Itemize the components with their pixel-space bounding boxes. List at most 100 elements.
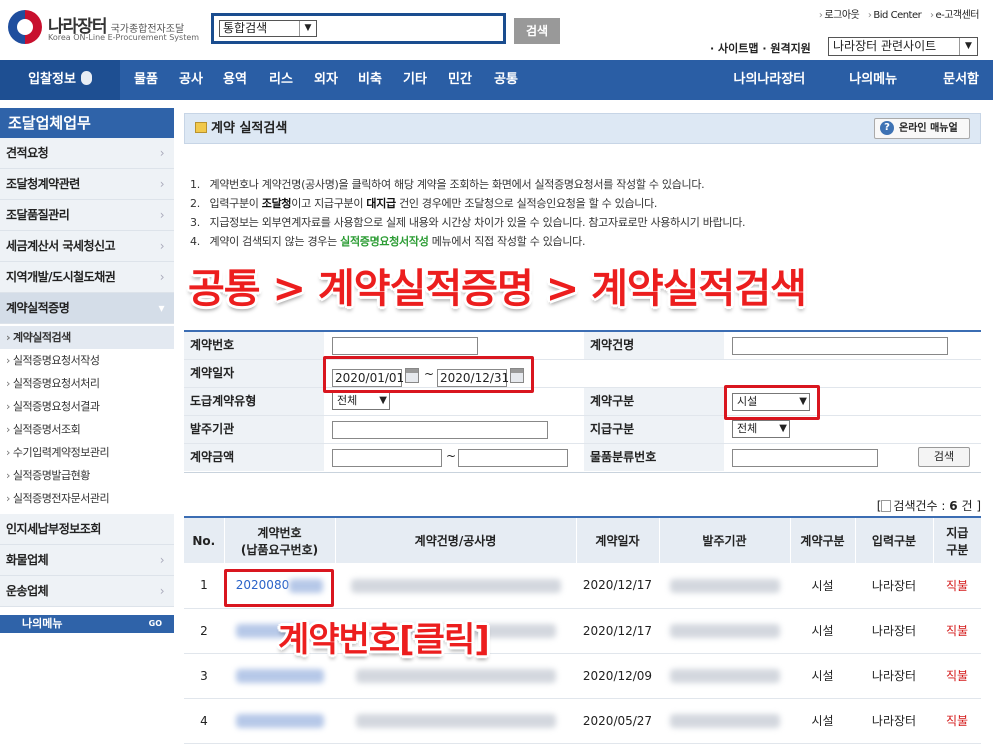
sidebar-item-performance-cert[interactable]: 계약실적증명 ▾ — [0, 293, 174, 324]
amount-range-tilde: ~ — [446, 449, 457, 463]
col-input-type: 입력구분 — [854, 516, 933, 563]
nav-document-box[interactable]: 문서함 — [943, 60, 979, 100]
nav-private[interactable]: 민간 — [448, 60, 494, 100]
redacted-text — [669, 578, 780, 593]
note-item: 1. 계약번호나 계약건명(공사명)을 클릭하여 해당 계약을 조회하는 화면에… — [190, 178, 705, 191]
logout-link[interactable]: 로그아웃 — [819, 10, 860, 21]
nav-service[interactable]: 용역 — [223, 60, 269, 100]
sub-item-request-process[interactable]: 실적증명요청서처리 — [0, 372, 174, 395]
sidebar-item-quote-request[interactable]: 견적요청 › — [0, 138, 174, 169]
contract-name-link[interactable] — [335, 698, 576, 744]
go-link[interactable]: GO — [149, 615, 162, 633]
sidebar-item-transport[interactable]: 운송업체 › — [0, 576, 174, 607]
nav-foreign[interactable]: 외자 — [314, 60, 358, 100]
contract-no-input[interactable] — [332, 337, 478, 355]
result-count: [검색건수 : 6 건 ] — [876, 499, 981, 513]
chevron-down-icon: ▾ — [158, 301, 164, 315]
table-row: 4 2020/05/27 시설 나라장터 직불 — [184, 698, 981, 744]
search-button[interactable]: 검색 — [514, 18, 560, 44]
chevron-right-icon: › — [159, 146, 165, 160]
amount-from-input[interactable] — [332, 449, 442, 467]
sub-item-e-document[interactable]: 실적증명전자문서관리 — [0, 487, 174, 510]
nav-stockpile[interactable]: 비축 — [358, 60, 403, 100]
sidebar-sub-list: 계약실적검색 실적증명요청서작성 실적증명요청서처리 실적증명요청서결과 실적증… — [0, 324, 174, 514]
sidebar-item-stamp-tax[interactable]: 인지세납부정보조회 — [0, 514, 174, 545]
chevron-right-icon: › — [159, 177, 165, 191]
my-menu-bar[interactable]: 나의메뉴 GO — [0, 615, 174, 633]
sub-item-request-write[interactable]: 실적증명요청서작성 — [0, 349, 174, 372]
sub-item-request-result[interactable]: 실적증명요청서결과 — [0, 395, 174, 418]
contract-name-link[interactable] — [335, 563, 576, 609]
input-type: 나라장터 — [855, 608, 933, 654]
redacted-text — [355, 668, 556, 683]
sidebar-item-bonds[interactable]: 지역개발/도시철도채권 › — [0, 262, 174, 293]
sub-item-cert-inquiry[interactable]: 실적증명서조회 — [0, 418, 174, 441]
table-header-row: No. 계약번호 (납품요구번호) 계약건명/공사명 계약일자 발주기관 계약구분… — [184, 516, 981, 563]
sub-item-issue-status[interactable]: 실적증명발급현황 — [0, 464, 174, 487]
bid-center-link[interactable]: Bid Center — [868, 10, 922, 21]
payment-type: 직불 — [933, 698, 981, 744]
contract-no-link[interactable] — [224, 698, 335, 744]
input-type: 나라장터 — [855, 653, 933, 699]
ordering-org — [659, 608, 790, 654]
ordering-org-label: 발주기관 — [184, 416, 324, 443]
goods-class-input[interactable] — [732, 449, 878, 467]
nav-my-menu[interactable]: 나의메뉴 — [849, 60, 897, 100]
page-title: 계약 실적검색 — [195, 114, 287, 143]
contract-date: 2020/12/09 — [576, 653, 659, 699]
payment-type-select[interactable]: 전체 ▼ — [732, 420, 790, 438]
nav-goods[interactable]: 물품 — [134, 60, 179, 100]
col-contract-name: 계약건명/공사명 — [334, 516, 576, 563]
nav-bid-info[interactable]: 입찰정보 — [0, 60, 120, 100]
sidebar-title: 조달업체업무 — [0, 108, 174, 138]
search-box[interactable]: 통합검색 ▼ — [211, 13, 506, 44]
chevron-down-icon: ▼ — [299, 21, 316, 36]
subcontract-type-select[interactable]: 전체 ▼ — [332, 392, 390, 410]
date-highlight-box — [323, 356, 534, 393]
sub-item-manual-input[interactable]: 수기입력계약정보관리 — [0, 441, 174, 464]
related-site-select[interactable]: 나라장터 관련사이트 ▼ — [828, 37, 978, 56]
logo-subtitle: Korea ON-Line E-Procurement System — [48, 33, 200, 42]
customer-center-link[interactable]: e-고객센터 — [930, 10, 980, 21]
input-type: 나라장터 — [855, 698, 933, 744]
row-no: 2 — [184, 608, 224, 654]
form-search-button[interactable]: 검색 — [918, 447, 970, 467]
row-no: 3 — [184, 653, 224, 699]
goods-class-label: 물품분류번호 — [584, 444, 724, 471]
contract-name-label: 계약건명 — [584, 332, 724, 359]
contract-date: 2020/05/27 — [576, 698, 659, 744]
ordering-org-input[interactable] — [332, 421, 548, 439]
col-no: No. — [184, 516, 224, 563]
nav-construction[interactable]: 공사 — [179, 60, 223, 100]
chevron-right-icon: › — [159, 239, 165, 253]
help-icon: ? — [880, 121, 894, 135]
main-nav: 입찰정보 물품 공사 용역 리스 외자 비축 기타 민간 공통 나의나라장터 나… — [0, 60, 993, 100]
amount-to-input[interactable] — [458, 449, 568, 467]
note-item: 2. 입력구분이 조달청이고 지급구분이 대지급 건인 경우에만 조달청으로 실… — [190, 197, 658, 210]
document-icon — [881, 500, 892, 512]
contract-name-input[interactable] — [732, 337, 948, 355]
contract-no-label: 계약번호 — [184, 332, 324, 359]
logo[interactable]: 나라장터 국가종합전자조달 Korea ON-Line E-Procurement… — [8, 8, 200, 48]
chevron-down-icon: ▼ — [379, 395, 387, 406]
sidebar-item-freight[interactable]: 화물업체 › — [0, 545, 174, 576]
redacted-text — [355, 713, 556, 728]
chevron-right-icon: › — [159, 208, 165, 222]
sidebar-item-pps-contract[interactable]: 조달청계약관련 › — [0, 169, 174, 200]
contract-type-highlight-box — [724, 385, 820, 420]
request-write-link[interactable]: 실적증명요청서작성 — [340, 235, 429, 248]
nav-etc[interactable]: 기타 — [403, 60, 448, 100]
col-contract-no: 계약번호 (납품요구번호) — [223, 516, 335, 563]
sidebar-item-quality[interactable]: 조달품질관리 › — [0, 200, 174, 231]
search-scope-select[interactable]: 통합검색 ▼ — [219, 20, 317, 37]
sub-item-contract-search[interactable]: 계약실적검색 — [0, 326, 174, 349]
contract-type: 시설 — [790, 698, 855, 744]
nav-my-narajangteo[interactable]: 나의나라장터 — [734, 60, 806, 100]
nav-lease[interactable]: 리스 — [269, 60, 314, 100]
online-manual-button[interactable]: ? 온라인 매뉴얼 — [874, 118, 970, 139]
nav-common[interactable]: 공통 — [494, 60, 534, 100]
redacted-text — [669, 713, 780, 728]
util-links[interactable]: · 사이트맵 · 원격지원 — [710, 40, 811, 56]
sidebar-item-tax-invoice[interactable]: 세금계산서 국세청신고 › — [0, 231, 174, 262]
contract-date: 2020/12/17 — [576, 608, 659, 654]
